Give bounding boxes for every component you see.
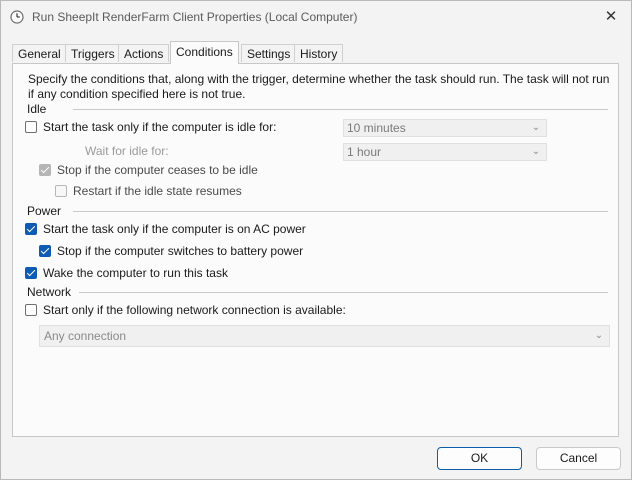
chevron-down-icon: ⌄: [594, 330, 604, 341]
clock-icon: [10, 10, 24, 24]
restart-idle-checkbox[interactable]: [55, 185, 67, 197]
restart-idle-option[interactable]: Restart if the idle state resumes: [55, 184, 242, 198]
idle-duration-value: 10 minutes: [347, 121, 406, 135]
close-icon: ✕: [604, 8, 618, 25]
window-title: Run SheepIt RenderFarm Client Properties…: [32, 10, 358, 24]
tab-history[interactable]: History: [294, 44, 344, 62]
battery-checkbox[interactable]: [39, 245, 51, 257]
network-divider: [79, 292, 608, 293]
idle-divider: [73, 109, 608, 110]
tab-settings[interactable]: Settings: [241, 44, 297, 62]
ac-power-label: Start the task only if the computer is o…: [43, 222, 306, 236]
wake-checkbox[interactable]: [25, 267, 37, 279]
restart-idle-label: Restart if the idle state resumes: [73, 184, 242, 198]
chevron-down-icon: ⌄: [531, 122, 541, 133]
network-connection-select[interactable]: Any connection ⌄: [39, 325, 610, 347]
network-checkbox[interactable]: [25, 304, 37, 316]
wait-duration-select[interactable]: 1 hour ⌄: [343, 143, 547, 161]
wake-label: Wake the computer to run this task: [43, 266, 228, 280]
start-idle-checkbox[interactable]: [25, 121, 37, 133]
chevron-down-icon: ⌄: [531, 146, 541, 157]
wait-idle-label: Wait for idle for:: [85, 144, 169, 158]
start-idle-label: Start the task only if the computer is i…: [43, 120, 277, 134]
tab-general[interactable]: General: [12, 44, 67, 62]
power-group-label: Power: [27, 204, 66, 218]
idle-duration-select[interactable]: 10 minutes ⌄: [343, 119, 547, 137]
tab-conditions[interactable]: Conditions: [170, 41, 239, 64]
network-group-label: Network: [27, 285, 76, 299]
start-idle-option[interactable]: Start the task only if the computer is i…: [25, 120, 276, 134]
ac-power-option[interactable]: Start the task only if the computer is o…: [25, 222, 306, 236]
tab-triggers[interactable]: Triggers: [65, 44, 121, 62]
cancel-button[interactable]: Cancel: [536, 447, 621, 470]
wait-duration-value: 1 hour: [347, 145, 382, 159]
battery-label: Stop if the computer switches to battery…: [57, 244, 304, 258]
stop-idle-option[interactable]: Stop if the computer ceases to be idle: [39, 163, 258, 177]
idle-group-label: Idle: [27, 102, 51, 116]
ok-button[interactable]: OK: [437, 447, 522, 470]
description-text: Specify the conditions that, along with …: [28, 72, 610, 101]
properties-window: Run SheepIt RenderFarm Client Properties…: [0, 0, 632, 480]
power-divider: [73, 211, 608, 212]
tab-actions[interactable]: Actions: [118, 44, 170, 62]
battery-option[interactable]: Stop if the computer switches to battery…: [39, 244, 303, 258]
network-label: Start only if the following network conn…: [43, 303, 346, 317]
network-connection-value: Any connection: [44, 329, 127, 343]
network-option[interactable]: Start only if the following network conn…: [25, 303, 346, 317]
stop-idle-checkbox[interactable]: [39, 164, 51, 176]
title-bar[interactable]: Run SheepIt RenderFarm Client Properties…: [1, 1, 631, 33]
close-button[interactable]: ✕: [599, 7, 623, 27]
stop-idle-label: Stop if the computer ceases to be idle: [57, 163, 258, 177]
conditions-panel: Specify the conditions that, along with …: [12, 63, 619, 437]
ac-power-checkbox[interactable]: [25, 223, 37, 235]
wake-option[interactable]: Wake the computer to run this task: [25, 266, 228, 280]
